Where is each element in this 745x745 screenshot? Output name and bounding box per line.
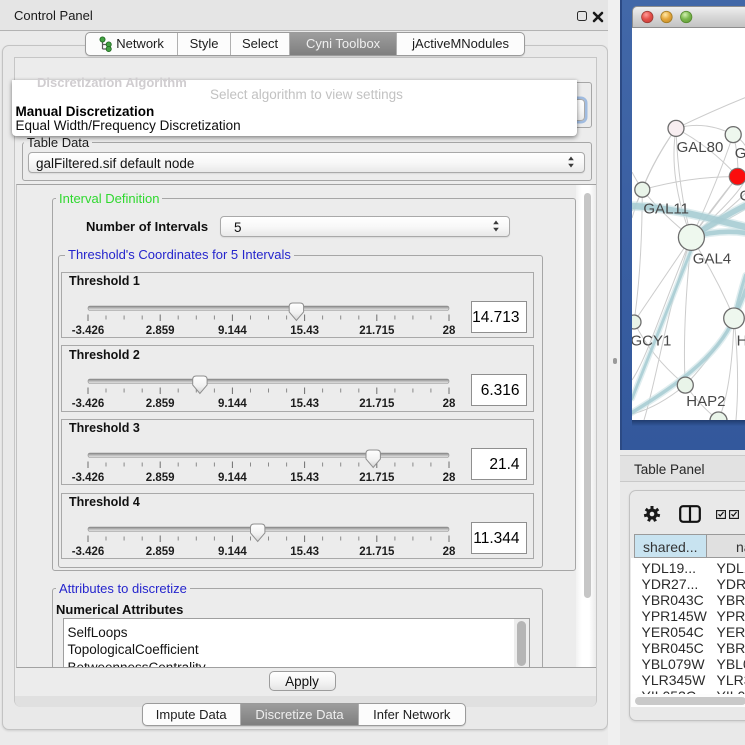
svg-text:28: 28 bbox=[443, 472, 456, 484]
svg-text:9.144: 9.144 bbox=[218, 398, 247, 410]
svg-text:15.43: 15.43 bbox=[290, 325, 319, 337]
svg-text:HAP2: HAP2 bbox=[686, 393, 725, 410]
svg-text:GCY1: GCY1 bbox=[632, 332, 671, 349]
svg-text:21.715: 21.715 bbox=[359, 546, 395, 558]
svg-text:-3.426: -3.426 bbox=[72, 472, 105, 484]
svg-text:9.144: 9.144 bbox=[218, 472, 247, 484]
svg-text:GAL11: GAL11 bbox=[643, 200, 689, 217]
svg-text:GAL4: GAL4 bbox=[692, 250, 730, 267]
svg-text:-3.426: -3.426 bbox=[72, 546, 105, 558]
svg-text:HA: HA bbox=[736, 332, 745, 349]
svg-text:GA: GA bbox=[734, 145, 745, 162]
svg-text:2.859: 2.859 bbox=[146, 398, 175, 410]
svg-text:GAL80: GAL80 bbox=[676, 139, 723, 156]
svg-text:21.715: 21.715 bbox=[359, 398, 395, 410]
svg-text:28: 28 bbox=[443, 398, 456, 410]
svg-text:C: C bbox=[739, 187, 745, 204]
svg-text:-3.426: -3.426 bbox=[72, 398, 105, 410]
svg-text:2.859: 2.859 bbox=[146, 546, 175, 558]
svg-text:28: 28 bbox=[443, 325, 456, 337]
svg-text:28: 28 bbox=[443, 546, 456, 558]
svg-text:21.715: 21.715 bbox=[359, 472, 395, 484]
svg-text:15.43: 15.43 bbox=[290, 472, 319, 484]
svg-text:15.43: 15.43 bbox=[290, 546, 319, 558]
svg-text:9.144: 9.144 bbox=[218, 546, 247, 558]
svg-text:-3.426: -3.426 bbox=[72, 325, 105, 337]
svg-text:2.859: 2.859 bbox=[146, 472, 175, 484]
svg-text:9.144: 9.144 bbox=[218, 325, 247, 337]
svg-text:21.715: 21.715 bbox=[359, 325, 395, 337]
svg-text:15.43: 15.43 bbox=[290, 398, 319, 410]
svg-text:2.859: 2.859 bbox=[146, 325, 175, 337]
